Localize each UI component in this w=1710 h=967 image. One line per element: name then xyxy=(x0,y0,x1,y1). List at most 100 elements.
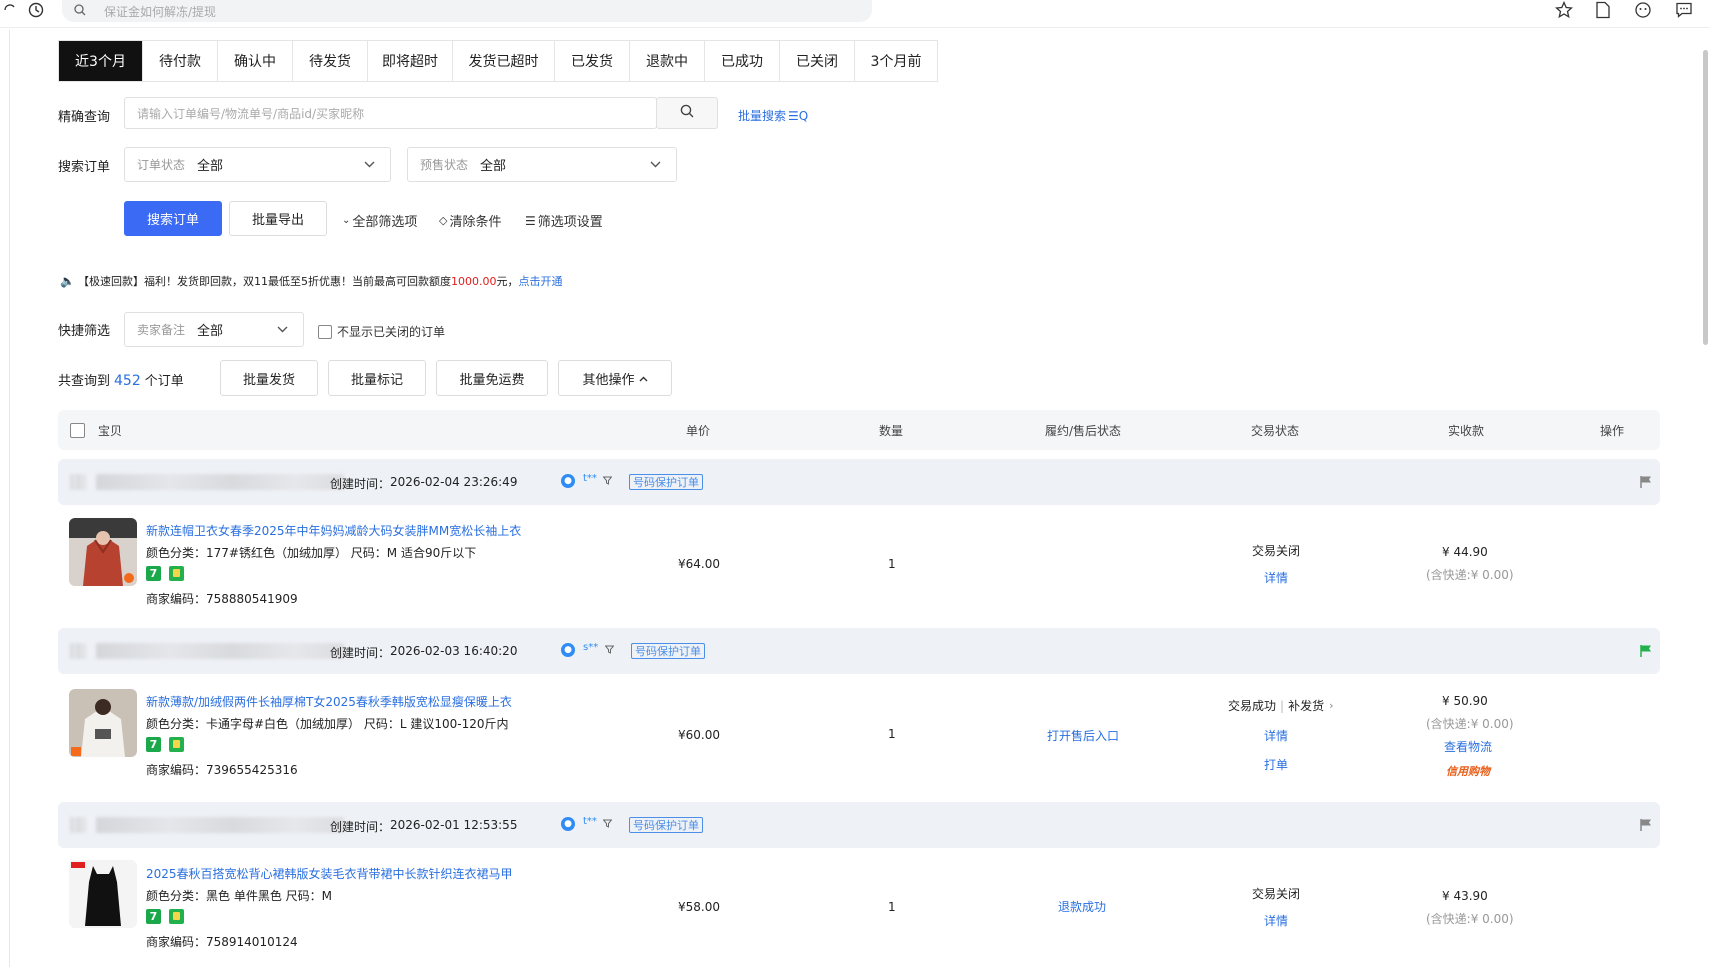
search-icon xyxy=(74,4,88,18)
all-filters-label: 全部筛选项 xyxy=(352,215,418,230)
filter-settings-button[interactable]: ☰ 筛选项设置 xyxy=(525,211,603,231)
tab-shipment-timeout[interactable]: 发货已超时 xyxy=(453,41,555,81)
filter-icon[interactable] xyxy=(602,476,613,488)
document-icon[interactable] xyxy=(1593,0,1613,20)
shipping-fee: (含快递:¥ 0.00) xyxy=(1426,717,1514,731)
column-quantity: 数量 xyxy=(879,424,904,438)
batch-export-button[interactable]: 批量导出 xyxy=(229,201,327,236)
number-protection-badge: 号码保护订单 xyxy=(629,817,703,833)
buyer-nick[interactable]: t** xyxy=(583,473,597,484)
filter-icon[interactable] xyxy=(604,645,615,657)
tab-pending-payment[interactable]: 待付款 xyxy=(143,41,218,81)
presale-status-select[interactable]: 预售状态 全部 xyxy=(407,147,677,182)
reship-link[interactable]: 补发货 xyxy=(1288,697,1324,714)
order-status-label: 订单状态 xyxy=(137,158,186,172)
refund-success-link[interactable]: 退款成功 xyxy=(1058,898,1106,915)
tab-refunding[interactable]: 退款中 xyxy=(630,41,705,81)
print-order-link[interactable]: 打单 xyxy=(1264,756,1288,773)
result-summary: 共查询到 452 个订单 xyxy=(58,370,184,389)
order-created-label: 创建时间： xyxy=(330,646,391,660)
product-image[interactable] xyxy=(69,518,137,586)
refresh-icon[interactable] xyxy=(0,0,20,20)
clear-conditions-label: 清除条件 xyxy=(449,215,502,230)
seller-note-label: 卖家备注 xyxy=(137,323,186,337)
search-icon xyxy=(680,104,694,122)
tab-closed[interactable]: 已关闭 xyxy=(780,41,855,81)
tab-pending-shipment[interactable]: 待发货 xyxy=(293,41,368,81)
hide-closed-orders-option[interactable]: 不显示已关闭的订单 xyxy=(318,323,445,340)
batch-mark-button[interactable]: 批量标记 xyxy=(328,360,426,396)
tab-about-to-timeout[interactable]: 即将超时 xyxy=(368,41,453,81)
service-tags: 7 xyxy=(146,737,184,752)
buyer-icon[interactable]: ● xyxy=(561,474,575,488)
select-all-checkbox[interactable] xyxy=(70,423,85,438)
number-protection-badge: 号码保护订单 xyxy=(631,643,705,659)
product-spec: 颜色分类：卡通字母#白色（加绒加厚） 尺码：L 建议100-120斤内 xyxy=(146,717,509,731)
tab-shipped[interactable]: 已发货 xyxy=(555,41,630,81)
flag-icon[interactable] xyxy=(1639,475,1653,489)
filter-settings-label: 筛选项设置 xyxy=(537,215,603,230)
after-sale-entry-link[interactable]: 打开售后入口 xyxy=(1047,727,1119,744)
filter-icon[interactable] xyxy=(602,819,613,831)
order-id-blurred xyxy=(70,474,86,490)
number-protection-badge: 号码保护订单 xyxy=(629,474,703,490)
shipping-fee: (含快递:¥ 0.00) xyxy=(1426,568,1514,582)
buyer-icon[interactable]: ● xyxy=(561,817,575,831)
seller-note-select[interactable]: 卖家备注 全部 xyxy=(124,312,304,347)
chevron-up-icon xyxy=(639,371,648,386)
top-bar: 保证金如何解冻/提现 xyxy=(0,0,1710,28)
batch-search-link[interactable]: 批量搜索 ☰Q xyxy=(738,107,808,124)
star-icon[interactable] xyxy=(1554,0,1574,20)
order-detail-link[interactable]: 详情 xyxy=(1264,727,1288,744)
shop-info-blurred xyxy=(96,817,344,833)
quick-payment-notice: 🔈 【极速回款】福利！发货即回款，双11最低至5折优惠！当前最高可回款额度 10… xyxy=(60,273,562,289)
merchant-code: 商家编码：739655425316 xyxy=(146,763,298,777)
trade-status: 交易关闭 xyxy=(1252,887,1301,901)
tab-confirming[interactable]: 确认中 xyxy=(218,41,293,81)
search-order-button[interactable]: 搜索订单 xyxy=(124,201,222,236)
presale-status-value: 全部 xyxy=(480,159,507,174)
chevron-right-icon[interactable]: › xyxy=(1329,699,1333,712)
merchant-code: 商家编码：758914010124 xyxy=(146,935,298,949)
top-search-input[interactable]: 保证金如何解冻/提现 xyxy=(62,0,872,22)
product-image[interactable] xyxy=(69,860,137,928)
column-item: 宝贝 xyxy=(98,424,123,438)
received-amount: ¥ 44.90 xyxy=(1442,545,1488,559)
order-detail-link[interactable]: 详情 xyxy=(1264,569,1288,586)
all-filters-toggle[interactable]: ⌄ 全部筛选项 xyxy=(342,211,417,230)
batch-ship-button[interactable]: 批量发货 xyxy=(220,360,318,396)
tab-before-3-months[interactable]: 3个月前 xyxy=(855,41,937,81)
message-icon[interactable] xyxy=(1674,0,1694,20)
product-image[interactable] xyxy=(69,689,137,757)
precise-search-input[interactable]: 请输入订单编号/物流单号/商品id/买家昵称 xyxy=(124,97,657,129)
order-detail-link[interactable]: 详情 xyxy=(1264,912,1288,929)
precise-search-placeholder: 请输入订单编号/物流单号/商品id/买家昵称 xyxy=(137,106,365,121)
received-amount: ¥ 50.90 xyxy=(1442,694,1488,708)
notice-open-link[interactable]: 点击开通 xyxy=(518,273,562,289)
scrollbar[interactable] xyxy=(1703,50,1708,345)
product-title-link[interactable]: 新款连帽卫衣女春季2025年中年妈妈减龄大码女装胖MM宽松长袖上衣 xyxy=(146,522,521,539)
flag-icon[interactable] xyxy=(1639,818,1653,832)
tab-recent-3-months[interactable]: 近3个月 xyxy=(59,41,143,81)
other-actions-label: 其他操作 xyxy=(582,372,635,388)
summary-prefix: 共查询到 xyxy=(58,374,111,389)
clear-conditions-button[interactable]: ◇ 清除条件 xyxy=(439,211,501,230)
hide-closed-checkbox[interactable] xyxy=(318,324,332,339)
product-title-link[interactable]: 2025春秋百搭宽松背心裙韩版女装毛衣背带裙中长款针织连衣裙马甲 xyxy=(146,865,513,882)
product-title-link[interactable]: 新款薄款/加绒假两件长袖厚棉T女2025春秋季韩版宽松显瘦保暖上衣 xyxy=(146,693,512,710)
buyer-nick[interactable]: s** xyxy=(583,642,598,653)
buyer-icon[interactable]: ● xyxy=(561,643,575,657)
chevron-down-icon: ⌄ xyxy=(342,215,351,226)
assistant-icon[interactable] xyxy=(1633,0,1653,20)
batch-search-label: 批量搜索 xyxy=(738,109,787,123)
quantity: 1 xyxy=(888,900,896,914)
view-logistics-link[interactable]: 查看物流 xyxy=(1444,738,1492,755)
order-status-select[interactable]: 订单状态 全部 xyxy=(124,147,391,182)
history-icon[interactable] xyxy=(26,0,46,20)
tab-succeeded[interactable]: 已成功 xyxy=(705,41,780,81)
batch-free-shipping-button[interactable]: 批量免运费 xyxy=(436,360,548,396)
flag-icon[interactable] xyxy=(1639,644,1653,658)
other-actions-button[interactable]: 其他操作 xyxy=(558,360,672,396)
buyer-nick[interactable]: t** xyxy=(583,816,597,827)
precise-search-button[interactable] xyxy=(656,97,718,129)
